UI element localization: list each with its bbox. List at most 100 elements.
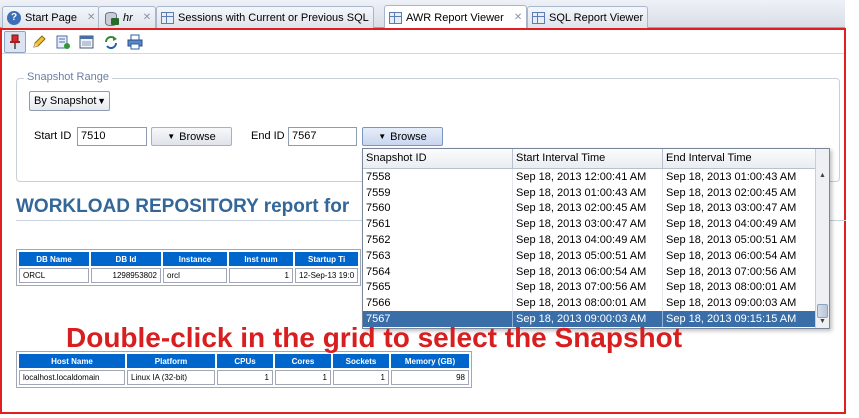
- grid-cell: Sep 18, 2013 07:00:56 AM: [513, 279, 663, 296]
- table-cell: 98: [391, 370, 469, 385]
- edit-button[interactable]: [28, 31, 50, 53]
- tab-start-page[interactable]: ? Start Page ✕: [2, 6, 101, 28]
- column-header: Memory (GB): [391, 354, 469, 368]
- end-browse-button[interactable]: ▼ Browse: [362, 127, 443, 146]
- database-connection-icon: [103, 11, 119, 26]
- table-cell: 1298953802: [91, 268, 161, 283]
- grid-cell: Sep 18, 2013 12:00:41 AM: [513, 169, 663, 185]
- grid-row-7563[interactable]: 7563 Sep 18, 2013 05:00:51 AM Sep 18, 20…: [363, 247, 816, 264]
- browse-label: Browse: [179, 130, 216, 143]
- end-id-label: End ID: [251, 130, 285, 142]
- close-icon[interactable]: ✕: [143, 12, 151, 23]
- sql-icon: [79, 35, 94, 48]
- table-cell: ORCL: [19, 268, 89, 283]
- grid-body: 7558 Sep 18, 2013 12:00:41 AM Sep 18, 20…: [363, 169, 816, 327]
- table-cell: 1: [333, 370, 389, 385]
- grid-cell: 7562: [363, 232, 513, 248]
- tab-sql-report-viewer[interactable]: SQL Report Viewer: [527, 6, 649, 28]
- table-header-row: Host Name Platform CPUs Cores Sockets Me…: [19, 354, 469, 368]
- snapshot-mode-select[interactable]: By Snapshot ▼: [29, 91, 110, 111]
- run-report-button[interactable]: [52, 31, 74, 53]
- column-header: Cores: [275, 354, 331, 368]
- tab-label: AWR Report Viewer: [406, 11, 504, 24]
- table-row: ORCL 1298953802 orcl 1 12-Sep-13 19:0: [19, 268, 359, 283]
- host-info-table: Host Name Platform CPUs Cores Sockets Me…: [16, 351, 472, 388]
- grid-row-7562[interactable]: 7562 Sep 18, 2013 04:00:49 AM Sep 18, 20…: [363, 232, 816, 248]
- grid-cell: Sep 18, 2013 04:00:49 AM: [663, 216, 816, 233]
- instruction-callout: Double-click in the grid to select the S…: [66, 322, 683, 353]
- grid-cell: Sep 18, 2013 07:00:56 AM: [663, 263, 816, 280]
- grid-cell: 7561: [363, 216, 513, 233]
- grid-cell: 7564: [363, 263, 513, 280]
- grid-header: Snapshot ID Start Interval Time End Inte…: [363, 149, 816, 169]
- browse-label: Browse: [390, 130, 427, 143]
- tab-sessions-report[interactable]: Sessions with Current or Previous SQL: [156, 6, 374, 28]
- end-id-field[interactable]: 7567: [288, 127, 357, 146]
- grid-cell: Sep 18, 2013 05:00:51 AM: [513, 247, 663, 264]
- table-row: localhost.localdomain Linux IA (32-bit) …: [19, 370, 469, 385]
- snapshot-range-legend: Snapshot Range: [24, 71, 112, 83]
- table-cell: orcl: [163, 268, 227, 283]
- grid-row-7560[interactable]: 7560 Sep 18, 2013 02:00:45 AM Sep 18, 20…: [363, 200, 816, 217]
- help-icon: ?: [7, 10, 21, 25]
- tab-label: SQL Report Viewer: [549, 11, 644, 24]
- grid-report-icon: [161, 11, 174, 24]
- chevron-down-icon: ▼: [167, 132, 176, 141]
- start-id-field[interactable]: 7510: [77, 127, 147, 146]
- column-header-snapshot-id[interactable]: Snapshot ID: [363, 149, 513, 168]
- grid-cell: Sep 18, 2013 08:00:01 AM: [513, 295, 663, 312]
- refresh-icon: [105, 35, 117, 49]
- grid-row-7566[interactable]: 7566 Sep 18, 2013 08:00:01 AM Sep 18, 20…: [363, 295, 816, 312]
- tab-label: Start Page: [25, 11, 77, 24]
- scroll-down-icon[interactable]: ▼: [816, 315, 829, 328]
- snapshot-browse-grid[interactable]: Snapshot ID Start Interval Time End Inte…: [362, 148, 830, 329]
- column-header: CPUs: [217, 354, 273, 368]
- scroll-up-icon[interactable]: ▲: [816, 169, 829, 182]
- grid-cell: 7566: [363, 295, 513, 312]
- column-header: DB Id: [91, 252, 161, 266]
- column-header: Startup Ti: [295, 252, 359, 266]
- print-button[interactable]: [124, 31, 146, 53]
- grid-report-icon: [389, 11, 402, 24]
- grid-cell: 7560: [363, 200, 513, 217]
- refresh-button[interactable]: [100, 31, 122, 53]
- grid-cell: Sep 18, 2013 09:00:03 AM: [663, 295, 816, 312]
- grid-cell: Sep 18, 2013 01:00:43 AM: [513, 184, 663, 201]
- column-header: Platform: [127, 354, 215, 368]
- report-toolbar: [2, 30, 844, 54]
- grid-cell: Sep 18, 2013 02:00:45 AM: [513, 200, 663, 217]
- grid-cell: 7563: [363, 247, 513, 264]
- grid-cell: 7559: [363, 184, 513, 201]
- grid-row-7565[interactable]: 7565 Sep 18, 2013 07:00:56 AM Sep 18, 20…: [363, 279, 816, 296]
- tab-awr-report-viewer[interactable]: AWR Report Viewer ✕: [384, 5, 528, 29]
- close-icon[interactable]: ✕: [87, 12, 95, 23]
- grid-row-7558[interactable]: 7558 Sep 18, 2013 12:00:41 AM Sep 18, 20…: [363, 169, 816, 185]
- close-icon[interactable]: ✕: [514, 12, 522, 23]
- grid-row-7561[interactable]: 7561 Sep 18, 2013 03:00:47 AM Sep 18, 20…: [363, 216, 816, 233]
- table-cell: 12-Sep-13 19:0: [295, 268, 359, 283]
- edit-icon: [33, 34, 46, 48]
- table-cell: 1: [217, 370, 273, 385]
- grid-cell: 7558: [363, 169, 513, 185]
- grid-row-7559[interactable]: 7559 Sep 18, 2013 01:00:43 AM Sep 18, 20…: [363, 184, 816, 201]
- snapshot-mode-value: By Snapshot: [34, 95, 97, 107]
- tab-hr-connection[interactable]: hr ✕: [98, 6, 157, 28]
- grid-cell: Sep 18, 2013 03:00:47 AM: [513, 216, 663, 233]
- grid-cell: Sep 18, 2013 06:00:54 AM: [663, 247, 816, 264]
- pin-icon: [10, 34, 20, 49]
- column-header-start-interval[interactable]: Start Interval Time: [513, 149, 663, 168]
- grid-cell: Sep 18, 2013 02:00:45 AM: [663, 184, 816, 201]
- pin-button[interactable]: [4, 30, 26, 53]
- editor-tab-bar: ? Start Page ✕ hr ✕ Sessions with Curren…: [0, 0, 845, 29]
- column-header: DB Name: [19, 252, 89, 266]
- print-icon: [127, 34, 143, 49]
- table-cell: 1: [229, 268, 293, 283]
- chevron-down-icon: ▼: [97, 96, 106, 106]
- column-header: Inst num: [229, 252, 293, 266]
- sql-button[interactable]: [76, 31, 98, 53]
- grid-row-7564[interactable]: 7564 Sep 18, 2013 06:00:54 AM Sep 18, 20…: [363, 263, 816, 280]
- start-browse-button[interactable]: ▼ Browse: [151, 127, 232, 146]
- grid-vertical-scrollbar[interactable]: ▲ ▼: [815, 149, 829, 328]
- run-report-icon: [56, 35, 70, 49]
- column-header-end-interval[interactable]: End Interval Time: [663, 149, 816, 168]
